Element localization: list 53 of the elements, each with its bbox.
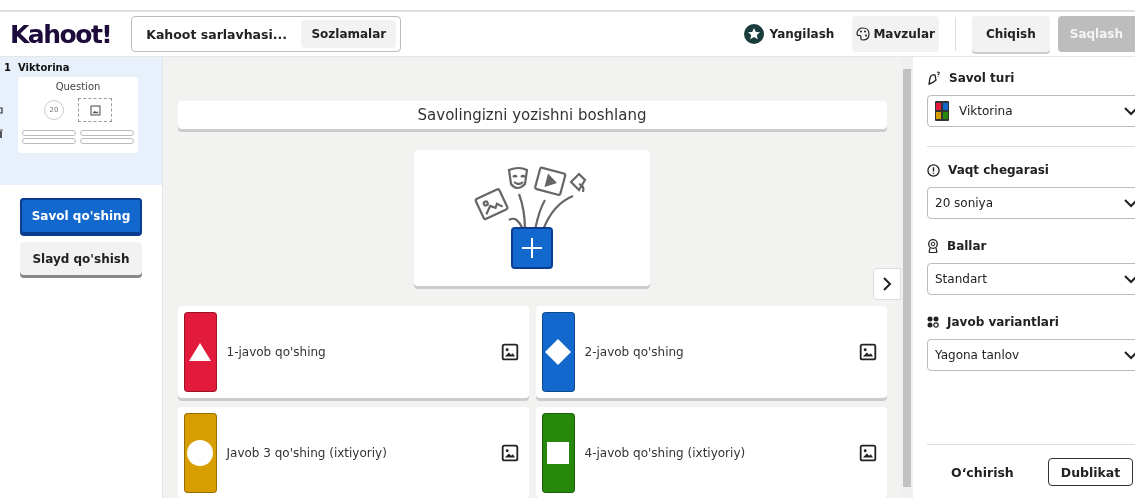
upgrade-button[interactable]: Yangilash bbox=[733, 20, 845, 48]
add-question-button[interactable]: Savol qo'shing bbox=[20, 198, 142, 234]
answer-placeholder: 1-javob qo'shing bbox=[226, 345, 327, 359]
image-icon[interactable] bbox=[500, 343, 519, 361]
settings-button[interactable]: Sozlamalar bbox=[301, 20, 397, 48]
answer-placeholder: 4-javob qo'shing (ixtiyoriy) bbox=[584, 446, 747, 460]
image-icon[interactable] bbox=[858, 343, 877, 361]
setting-label: Ballar bbox=[947, 239, 987, 253]
delete-button[interactable]: O‘chirish bbox=[941, 458, 1024, 486]
quiz-type-icon bbox=[935, 101, 949, 121]
answer-field[interactable]: Javob 3 qo'shing (ixtiyoriy) bbox=[177, 407, 529, 498]
title-field[interactable]: Kahoot sarlavhasi... Sozlamalar bbox=[131, 16, 402, 52]
thumbnail-title: Question bbox=[55, 81, 101, 92]
diamond-icon bbox=[544, 338, 572, 366]
duplicate-button[interactable]: Dublikat bbox=[1047, 458, 1134, 486]
question-bubble-icon bbox=[927, 71, 941, 85]
square-icon bbox=[547, 442, 569, 464]
setting-dropdown[interactable]: Yagona tanlov bbox=[927, 339, 1135, 371]
medal-icon bbox=[927, 239, 939, 253]
chevron-down-icon bbox=[1124, 350, 1135, 360]
image-icon[interactable] bbox=[500, 444, 519, 462]
answer-field[interactable]: 2-javob qo'shing bbox=[535, 306, 887, 398]
answer-placeholder: 2-javob qo'shing bbox=[584, 345, 685, 359]
answer-placeholder: Javob 3 qo'shing (ixtiyoriy) bbox=[226, 446, 388, 460]
setting-label: Vaqt chegarasi bbox=[948, 163, 1049, 177]
chevron-down-icon bbox=[1124, 106, 1135, 116]
setting-label: Javob variantlari bbox=[947, 315, 1059, 329]
setting-dropdown[interactable]: 20 soniya bbox=[927, 187, 1135, 219]
shapes-icon bbox=[927, 316, 939, 328]
circle-icon bbox=[187, 440, 213, 466]
palette-icon bbox=[856, 27, 871, 41]
collapse-panel-button[interactable] bbox=[873, 268, 901, 300]
answer-field[interactable]: 4-javob qo'shing (ixtiyoriy) bbox=[535, 407, 887, 498]
scrollbar[interactable] bbox=[901, 57, 913, 498]
answer-field[interactable]: 1-javob qo'shing bbox=[177, 306, 529, 398]
setting-label: Savol turi bbox=[949, 71, 1015, 85]
media-upload-area[interactable] bbox=[414, 150, 650, 286]
setting-dropdown[interactable]: Standart bbox=[927, 263, 1135, 295]
exit-button[interactable]: Chiqish bbox=[971, 16, 1050, 52]
slide-type: Viktorina bbox=[17, 62, 70, 73]
image-placeholder bbox=[78, 98, 112, 122]
slide-number: 1 bbox=[4, 62, 11, 73]
chevron-right-icon bbox=[882, 277, 892, 291]
chevron-down-icon bbox=[1124, 274, 1135, 284]
chevron-down-icon bbox=[1124, 198, 1135, 208]
add-slide-button[interactable]: Slayd qo'shish bbox=[20, 242, 142, 275]
image-icon[interactable] bbox=[858, 444, 877, 462]
triangle-icon bbox=[188, 342, 212, 362]
clock-icon bbox=[927, 163, 940, 177]
kahoot-logo[interactable]: Kahoot! bbox=[10, 19, 112, 49]
setting-dropdown[interactable]: Viktorina bbox=[927, 95, 1135, 127]
question-field[interactable]: Savolingizni yozishni boshlang bbox=[177, 101, 887, 130]
themes-button[interactable]: Mavzular bbox=[852, 16, 939, 52]
